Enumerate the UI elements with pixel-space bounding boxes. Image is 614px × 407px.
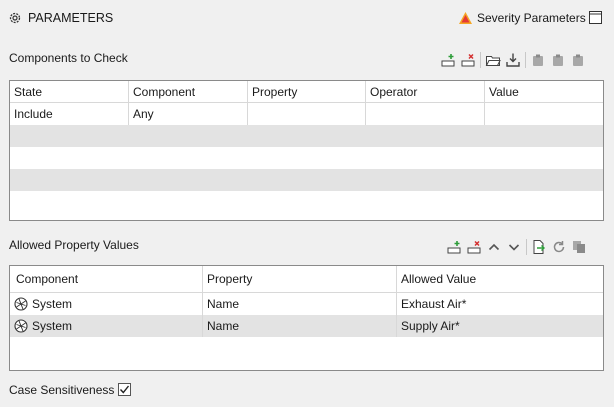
cell-property[interactable] bbox=[248, 103, 366, 125]
cell-value[interactable] bbox=[485, 103, 603, 125]
delete-row-icon[interactable] bbox=[466, 239, 482, 255]
cell-state[interactable]: Include bbox=[10, 103, 129, 125]
add-row-icon[interactable] bbox=[446, 239, 462, 255]
case-sensitiveness-checkbox[interactable] bbox=[118, 383, 131, 396]
column-header-property[interactable]: Property bbox=[248, 81, 366, 103]
case-sensitiveness-label: Case Sensitiveness bbox=[9, 383, 115, 397]
column-header-allowed-value[interactable]: Allowed Value bbox=[397, 266, 603, 293]
severity-icon[interactable] bbox=[458, 11, 473, 25]
toolbar-divider bbox=[525, 52, 526, 68]
empty-row bbox=[10, 147, 603, 169]
allowed-values-table: Component Property Allowed Value System … bbox=[9, 265, 604, 371]
column-header-component[interactable]: Component bbox=[10, 266, 203, 293]
window-icon[interactable] bbox=[589, 11, 602, 24]
clipboard-copy-icon[interactable] bbox=[530, 52, 546, 68]
column-header-state[interactable]: State bbox=[10, 81, 129, 103]
cell-property[interactable]: Name bbox=[203, 293, 397, 315]
duplicate-icon[interactable] bbox=[571, 239, 587, 255]
cell-component[interactable]: Any bbox=[129, 103, 248, 125]
move-down-icon[interactable] bbox=[506, 239, 522, 255]
move-up-icon[interactable] bbox=[486, 239, 502, 255]
export-icon[interactable] bbox=[531, 239, 547, 255]
column-header-component[interactable]: Component bbox=[129, 81, 248, 103]
components-toolbar bbox=[440, 52, 586, 68]
components-table: State Component Property Operator Value … bbox=[9, 80, 604, 221]
toolbar-divider bbox=[526, 239, 527, 255]
cell-allowed-value[interactable]: Supply Air* bbox=[397, 315, 603, 337]
table-row[interactable]: System Name Supply Air* bbox=[10, 315, 603, 337]
column-header-operator[interactable]: Operator bbox=[366, 81, 485, 103]
allowed-toolbar bbox=[446, 239, 587, 255]
refresh-icon[interactable] bbox=[551, 239, 567, 255]
clipboard-cut-icon[interactable] bbox=[570, 52, 586, 68]
cell-component[interactable]: System bbox=[10, 293, 203, 315]
empty-row bbox=[10, 125, 603, 147]
empty-row bbox=[10, 169, 603, 191]
table-row[interactable]: Include Any bbox=[10, 103, 603, 125]
component-name: System bbox=[32, 297, 73, 311]
column-header-value[interactable]: Value bbox=[485, 81, 603, 103]
severity-parameters-link[interactable]: Severity Parameters bbox=[477, 11, 586, 25]
checkmark-icon bbox=[119, 385, 130, 394]
download-icon[interactable] bbox=[505, 52, 521, 68]
cell-operator[interactable] bbox=[366, 103, 485, 125]
page-title: PARAMETERS bbox=[28, 11, 114, 25]
delete-row-icon[interactable] bbox=[460, 52, 476, 68]
cell-allowed-value[interactable]: Exhaust Air* bbox=[397, 293, 603, 315]
cell-property[interactable]: Name bbox=[203, 315, 397, 337]
table-row[interactable]: System Name Exhaust Air* bbox=[10, 293, 603, 315]
toolbar-divider bbox=[480, 52, 481, 68]
column-header-property[interactable]: Property bbox=[203, 266, 397, 293]
components-section-label: Components to Check bbox=[9, 51, 128, 65]
system-icon bbox=[14, 296, 28, 311]
system-icon bbox=[14, 318, 28, 333]
clipboard-paste-icon[interactable] bbox=[550, 52, 566, 68]
table-header-row: State Component Property Operator Value bbox=[10, 81, 603, 103]
component-name: System bbox=[32, 319, 73, 333]
add-row-icon[interactable] bbox=[440, 52, 456, 68]
table-header-row: Component Property Allowed Value bbox=[10, 266, 603, 293]
gear-icon bbox=[8, 11, 22, 25]
cell-component[interactable]: System bbox=[10, 315, 203, 337]
allowed-section-label: Allowed Property Values bbox=[9, 238, 139, 252]
open-folder-icon[interactable] bbox=[485, 52, 501, 68]
